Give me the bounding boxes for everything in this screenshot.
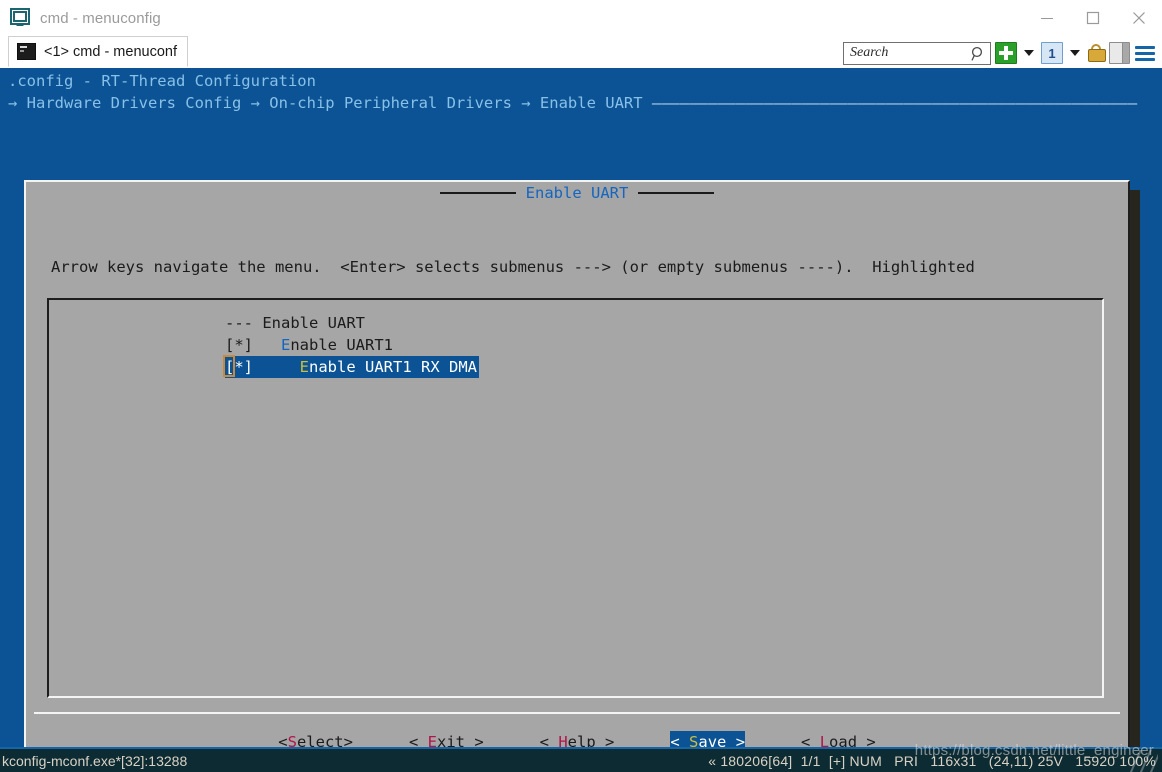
bracket-open: <	[539, 733, 559, 747]
breadcrumb-rule: ————————————————————————————————————————…	[642, 94, 1138, 112]
window-index-button[interactable]: 1	[1041, 42, 1063, 65]
menu-item-prefix: ---	[225, 314, 263, 332]
load-button[interactable]: < Load >	[801, 731, 876, 747]
panel-toggle-button[interactable]	[1109, 42, 1130, 65]
lock-button[interactable]	[1087, 42, 1106, 65]
bracket-close: >	[464, 733, 484, 747]
button-bar-separator	[34, 712, 1120, 714]
application-window: cmd - menuconfig <1> cmd - menuconf Sear…	[0, 0, 1162, 772]
console-window-icon	[10, 8, 30, 28]
minimize-button[interactable]	[1024, 0, 1070, 36]
bracket-open: <	[408, 733, 428, 747]
menu-item-section-enable-uart: --- Enable UART	[49, 312, 1102, 334]
bracket-close: >	[343, 733, 353, 747]
button-hotkey: E	[427, 733, 437, 747]
bracket-close: >	[595, 733, 615, 747]
bracket-open: <	[801, 733, 820, 747]
status-process-info: kconfig-mconf.exe*[32]:13288	[2, 752, 188, 769]
select-button[interactable]: <Select>	[278, 731, 353, 747]
button-label: elect	[296, 733, 344, 747]
tab-label: <1> cmd - menuconf	[44, 43, 177, 60]
button-label: elp	[567, 733, 596, 747]
menu-list: --- Enable UART [*] Enable UART1 [*] Ena…	[49, 312, 1102, 378]
tab-cmd-menuconf[interactable]: <1> cmd - menuconf	[8, 36, 188, 67]
hamburger-menu-icon	[1134, 43, 1156, 63]
help-line-1: Arrow keys navigate the menu. <Enter> se…	[51, 258, 975, 276]
menuconfig-dialog: Enable UART Arrow keys navigate the menu…	[24, 180, 1130, 747]
window-title: cmd - menuconfig	[40, 9, 161, 27]
bracket-open: <	[670, 733, 690, 747]
menu-button[interactable]	[1134, 42, 1156, 65]
window-titlebar: cmd - menuconfig	[0, 0, 1162, 36]
window-controls	[1024, 0, 1162, 36]
menu-item-prefix: [*]	[225, 336, 281, 354]
green-plus-icon	[995, 42, 1017, 64]
chevron-down-icon	[1070, 50, 1080, 56]
button-hotkey: S	[287, 733, 297, 747]
window-index-dropdown[interactable]	[1067, 42, 1083, 65]
status-bar: kconfig-mconf.exe*[32]:13288 « 180206[64…	[0, 747, 1162, 772]
menu-item-label: Enable UART	[262, 314, 365, 332]
magnifier-icon	[971, 46, 986, 67]
dialog-title-text: Enable UART	[525, 184, 629, 202]
button-hotkey: S	[689, 733, 699, 747]
breadcrumb-path: → Hardware Drivers Config → On-chip Peri…	[8, 94, 643, 112]
save-button[interactable]: < Save >	[670, 731, 746, 747]
button-label: xit	[436, 733, 465, 747]
bracket-close: >	[726, 733, 746, 747]
toolbar: 1	[843, 40, 1156, 66]
exit-button[interactable]: < Exit >	[409, 731, 484, 747]
selection-cursor: [*]	[223, 355, 253, 377]
config-title: .config - RT-Thread Configuration	[8, 72, 316, 90]
menu-list-frame: --- Enable UART [*] Enable UART1 [*] Ena…	[47, 298, 1104, 698]
window-index-icon: 1	[1041, 42, 1063, 64]
menu-item-label: nable UART1 RX DMA	[309, 358, 477, 376]
menu-item-hotkey: E	[299, 358, 310, 376]
console-icon	[17, 43, 36, 60]
search-input[interactable]	[848, 44, 970, 62]
menu-item-enable-uart1[interactable]: [*] Enable UART1	[49, 334, 1102, 356]
button-hotkey: H	[558, 733, 568, 747]
help-button[interactable]: < Help >	[540, 731, 615, 747]
new-tab-button[interactable]	[995, 42, 1017, 65]
maximize-button[interactable]	[1070, 0, 1116, 36]
dialog-button-bar: <Select> < Exit > < Help > < Save > < Lo…	[26, 727, 1128, 747]
dialog-title-bar: Enable UART	[26, 182, 1128, 204]
console-area: .config - RT-Thread Configuration → Hard…	[0, 68, 1162, 747]
button-label: oad	[829, 733, 858, 747]
menu-item-label: nable UART1	[290, 336, 393, 354]
padlock-icon	[1087, 43, 1106, 63]
split-panel-icon	[1109, 42, 1130, 64]
title-rule-left	[439, 192, 516, 194]
menu-item-hotkey: E	[281, 336, 291, 354]
bracket-open: <	[278, 733, 288, 747]
title-rule-right	[638, 192, 715, 194]
button-hotkey: L	[819, 733, 830, 747]
menu-item-prefix	[253, 358, 300, 376]
new-tab-dropdown[interactable]	[1021, 42, 1037, 65]
status-metrics: « 180206[64] 1/1 [+] NUM PRI 116x31 (24,…	[708, 752, 1156, 769]
breadcrumb: → Hardware Drivers Config → On-chip Peri…	[8, 92, 1137, 114]
search-box[interactable]	[843, 41, 991, 67]
chevron-down-icon	[1024, 50, 1034, 56]
menu-item-enable-uart1-rx-dma[interactable]: [*] Enable UART1 RX DMA	[223, 355, 479, 378]
close-button[interactable]	[1116, 0, 1162, 36]
bracket-close: >	[857, 733, 876, 747]
button-label: ave	[698, 733, 727, 747]
